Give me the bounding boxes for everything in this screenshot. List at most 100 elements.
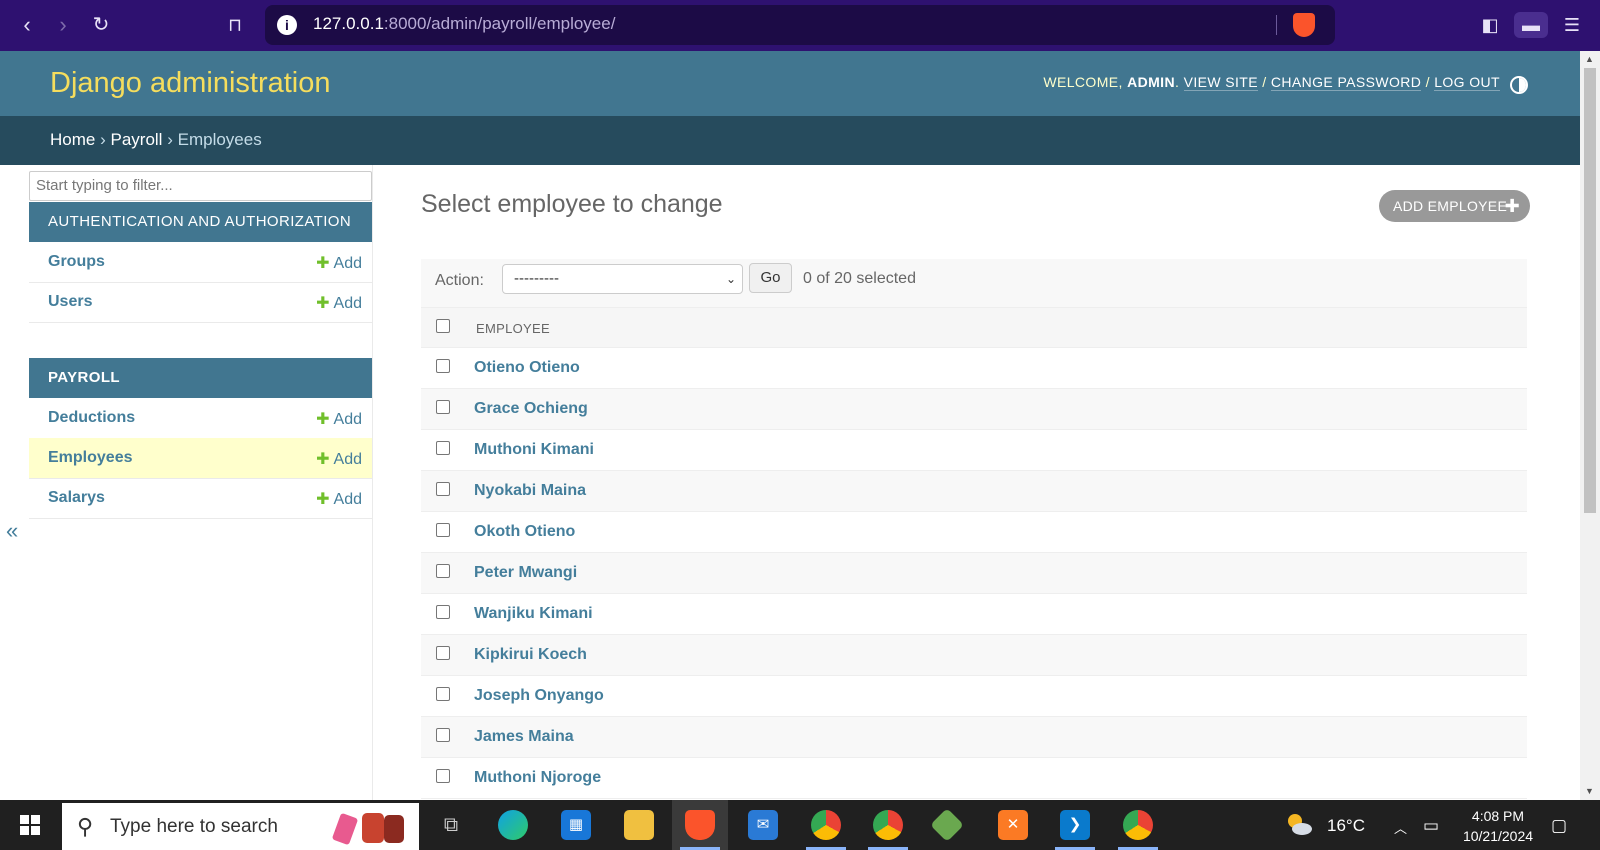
scroll-down-arrow-icon[interactable]: ▼ [1585, 786, 1594, 796]
plus-icon: ✚ [316, 451, 330, 468]
sidebar-collapse-button[interactable]: « [6, 518, 18, 544]
app-caption-payroll[interactable]: PAYROLL [29, 358, 372, 398]
weather-cloud-sun-icon[interactable] [1284, 810, 1314, 840]
employee-link[interactable]: James Maina [474, 728, 574, 746]
chrome-profile-icon[interactable] [873, 810, 903, 840]
xampp-icon[interactable]: ✕ [998, 810, 1028, 840]
view-site-link[interactable]: VIEW SITE [1183, 74, 1258, 91]
row-checkbox[interactable] [436, 523, 450, 537]
breadcrumb-payroll[interactable]: Payroll [111, 130, 163, 149]
vscode-icon[interactable]: ❯ [1060, 810, 1090, 840]
row-checkbox[interactable] [436, 728, 450, 742]
select-all-checkbox[interactable] [436, 319, 450, 333]
employee-link[interactable]: Wanjiku Kimani [474, 605, 593, 623]
add-deduction-link[interactable]: ✚ Add [316, 409, 362, 429]
windows-start-icon[interactable] [20, 815, 40, 835]
breadcrumb-home[interactable]: Home [50, 130, 95, 149]
menu-icon[interactable]: ☰ [1558, 12, 1586, 38]
site-info-icon[interactable]: i [277, 15, 297, 35]
action-bar: Action: --------- ⌄ Go 0 of 20 selected [421, 259, 1527, 307]
chevron-down-icon: ⌄ [725, 272, 736, 286]
taskbar-search-box[interactable]: ⚲ Type here to search [62, 803, 419, 850]
brave-shields-icon[interactable] [1293, 13, 1315, 37]
model-link-employees[interactable]: Employees [48, 449, 132, 467]
table-row: Nyokabi Maina [421, 471, 1527, 512]
mail-icon[interactable]: ✉ [748, 810, 778, 840]
employee-link[interactable]: Okoth Otieno [474, 523, 575, 541]
chevron-up-icon[interactable]: ︿ [1394, 818, 1407, 837]
git-gui-icon[interactable] [930, 808, 964, 842]
store-icon[interactable]: ▦ [561, 810, 591, 840]
temperature[interactable]: 16°C [1327, 816, 1365, 836]
result-list: EMPLOYEE Otieno Otieno Grace Ochieng Mutho… [421, 307, 1527, 799]
file-explorer-icon[interactable] [624, 810, 654, 840]
model-link-salarys[interactable]: Salarys [48, 489, 105, 507]
row-checkbox[interactable] [436, 687, 450, 701]
forward-icon[interactable]: › [50, 12, 76, 38]
reload-icon[interactable]: ↻ [88, 12, 114, 38]
network-icon[interactable]: ▭ [1423, 816, 1439, 836]
scroll-up-arrow-icon[interactable]: ▲ [1585, 54, 1594, 64]
sidebar-toggle-icon[interactable]: ◧ [1476, 12, 1504, 38]
sidebar-item-deductions: Deductions ✚ Add [29, 398, 372, 439]
employee-link[interactable]: Kipkirui Koech [474, 646, 587, 664]
add-group-link[interactable]: ✚ Add [316, 253, 362, 273]
nav-filter-input[interactable]: Start typing to filter... [29, 171, 372, 201]
row-checkbox[interactable] [436, 769, 450, 783]
employee-link[interactable]: Peter Mwangi [474, 564, 577, 582]
nav-sidebar: Start typing to filter... AUTHENTICATION… [28, 165, 373, 800]
sidebar-item-users: Users ✚ Add [29, 282, 372, 323]
plus-icon: ✚ [316, 411, 330, 428]
url-text[interactable]: 127.0.0.1:8000/admin/payroll/employee/ [313, 14, 615, 34]
user-tools: WELCOME, ADMIN. VIEW SITE / CHANGE PASSW… [1043, 74, 1500, 91]
employee-link[interactable]: Joseph Onyango [474, 687, 604, 705]
app-caption-auth[interactable]: AUTHENTICATION AND AUTHORIZATION [29, 202, 372, 242]
table-header: EMPLOYEE [421, 307, 1527, 348]
address-bar[interactable]: i 127.0.0.1:8000/admin/payroll/employee/ [265, 5, 1335, 45]
row-checkbox[interactable] [436, 482, 450, 496]
employee-link[interactable]: Nyokabi Maina [474, 482, 586, 500]
notifications-icon[interactable]: ▢ [1551, 816, 1567, 836]
go-button[interactable]: Go [749, 263, 792, 293]
employee-link[interactable]: Muthoni Kimani [474, 441, 594, 459]
theme-toggle-icon[interactable] [1510, 76, 1528, 94]
plus-icon: ✚ [316, 255, 330, 272]
row-checkbox[interactable] [436, 441, 450, 455]
brave-browser-icon[interactable] [685, 810, 715, 840]
scroll-thumb[interactable] [1584, 68, 1596, 513]
system-clock[interactable]: 4:08 PM 10/21/2024 [1453, 806, 1543, 846]
page-scrollbar[interactable]: ▲ ▼ [1580, 51, 1600, 800]
windows-taskbar: ⚲ Type here to search ⧉ ▦ ✉ ✕ ❯ 16°C ︿ ▭… [0, 800, 1600, 850]
chrome-profile-2-icon[interactable] [1123, 810, 1153, 840]
log-out-link[interactable]: LOG OUT [1434, 74, 1500, 91]
row-checkbox[interactable] [436, 400, 450, 414]
employee-link[interactable]: Muthoni Njoroge [474, 769, 601, 787]
site-branding[interactable]: Django administration [50, 67, 330, 100]
add-employee-link[interactable]: ✚ Add [316, 449, 362, 469]
row-checkbox[interactable] [436, 359, 450, 373]
model-link-groups[interactable]: Groups [48, 253, 105, 271]
action-select[interactable]: --------- ⌄ [502, 264, 743, 294]
add-employee-button[interactable]: ADD EMPLOYEE ✚ [1379, 190, 1530, 222]
employee-link[interactable]: Otieno Otieno [474, 359, 580, 377]
add-salary-link[interactable]: ✚ Add [316, 489, 362, 509]
model-link-users[interactable]: Users [48, 293, 92, 311]
edge-icon[interactable] [498, 810, 528, 840]
change-password-link[interactable]: CHANGE PASSWORD [1270, 74, 1422, 91]
employee-link[interactable]: Grace Ochieng [474, 400, 588, 418]
back-icon[interactable]: ‹ [14, 12, 40, 38]
sidebar-item-employees: Employees ✚ Add [29, 438, 372, 479]
row-checkbox[interactable] [436, 646, 450, 660]
column-header-employee[interactable]: EMPLOYEE [476, 321, 550, 336]
model-link-deductions[interactable]: Deductions [48, 409, 135, 427]
row-checkbox[interactable] [436, 605, 450, 619]
breadcrumb: Home › Payroll › Employees [0, 116, 1580, 165]
task-view-icon[interactable]: ⧉ [436, 810, 466, 840]
bookmark-icon[interactable]: ⊓ [222, 12, 248, 38]
add-user-link[interactable]: ✚ Add [316, 293, 362, 313]
brave-wallet-icon[interactable]: ▬ [1514, 12, 1548, 38]
chrome-profile-e-icon[interactable] [811, 810, 841, 840]
selection-counter: 0 of 20 selected [803, 270, 916, 287]
row-checkbox[interactable] [436, 564, 450, 578]
table-row: Grace Ochieng [421, 389, 1527, 430]
